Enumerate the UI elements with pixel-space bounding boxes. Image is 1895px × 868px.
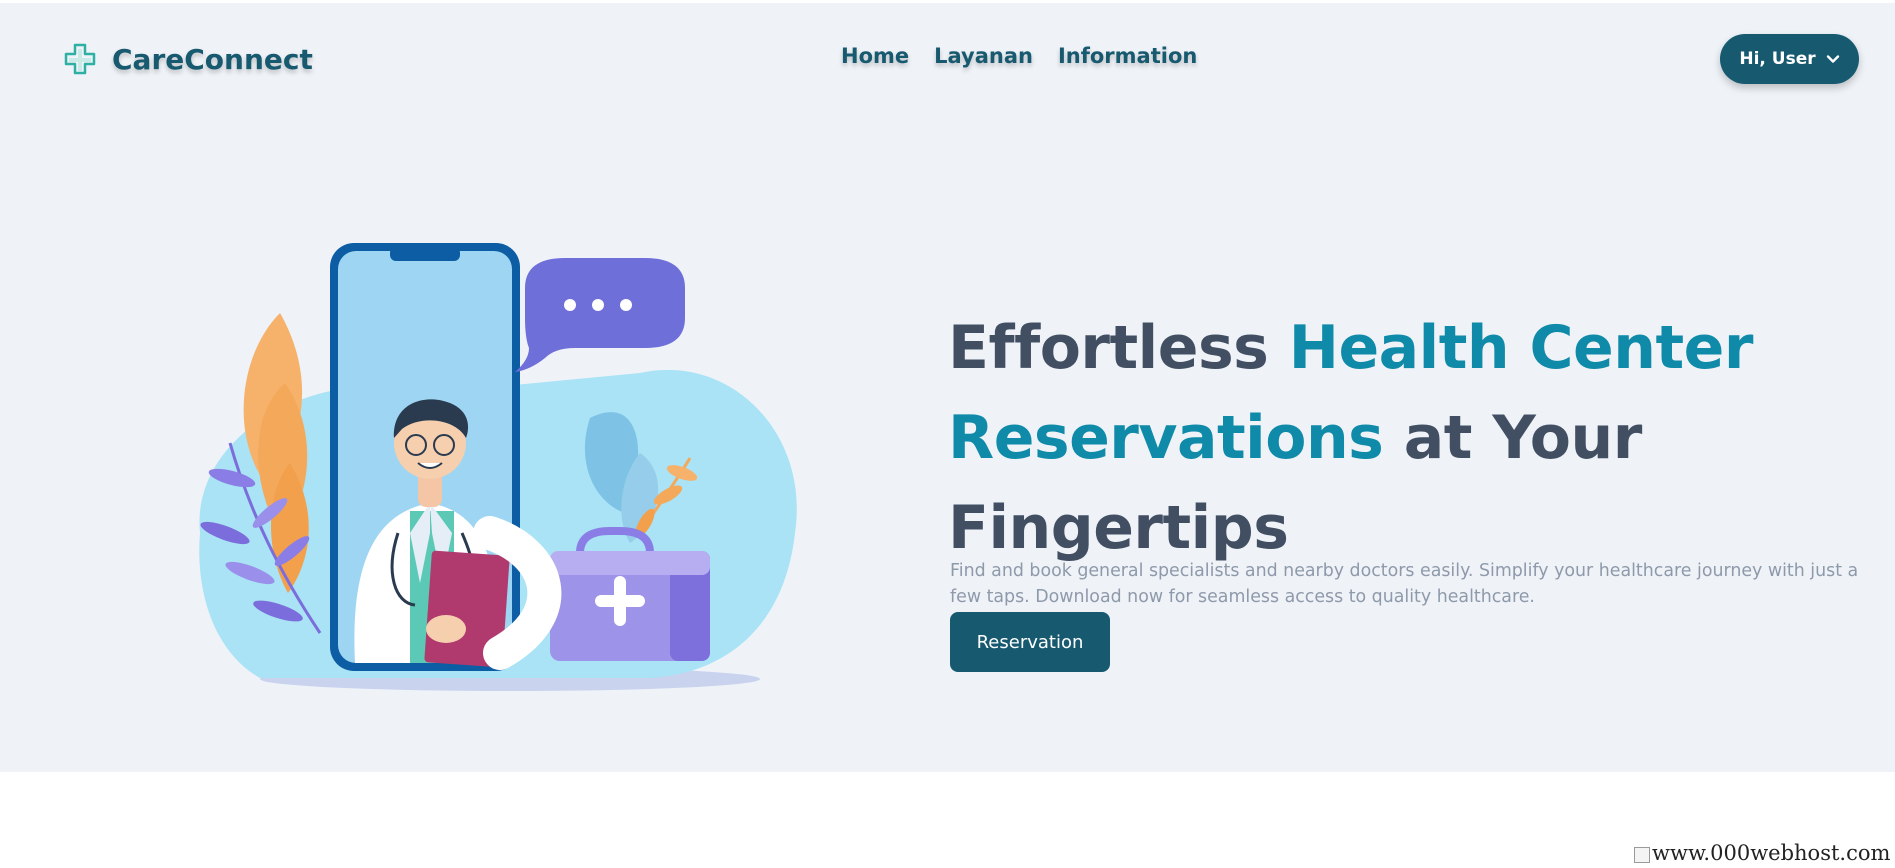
- reservation-button[interactable]: Reservation: [950, 612, 1110, 672]
- user-menu-button[interactable]: Hi, User: [1720, 34, 1859, 84]
- brand-name: CareConnect: [112, 42, 313, 76]
- headline-highlight-1: Health Center: [1288, 313, 1754, 384]
- broken-image-icon: [1634, 847, 1650, 863]
- headline-highlight-2: Reservations: [948, 403, 1384, 474]
- webhost-badge-alt-text: www.000webhost.com: [1652, 841, 1891, 865]
- headline-text-2: at Your: [1383, 403, 1643, 474]
- hero-section: CareConnect Home Layanan Information Hi,…: [0, 0, 1895, 772]
- hero-headline: Effortless Health Center Reservations at …: [948, 303, 1848, 573]
- headline-text-1: Effortless: [948, 313, 1289, 384]
- webhost-badge-link[interactable]: www.000webhost.com: [1634, 841, 1891, 865]
- doctor-phone-illustration: [199, 243, 797, 691]
- nav-link-layanan[interactable]: Layanan: [934, 44, 1033, 68]
- chevron-down-icon: [1826, 55, 1839, 63]
- main-nav: Home Layanan Information: [841, 44, 1197, 68]
- brand-logo-link[interactable]: CareConnect: [62, 41, 313, 77]
- user-menu-label: Hi, User: [1739, 49, 1816, 69]
- hero-description: Find and book general specialists and ne…: [950, 561, 1859, 608]
- medical-cross-icon: [64, 43, 96, 75]
- headline-text-3: Fingertips: [948, 493, 1289, 564]
- nav-link-information[interactable]: Information: [1058, 44, 1197, 68]
- nav-link-home[interactable]: Home: [841, 44, 909, 68]
